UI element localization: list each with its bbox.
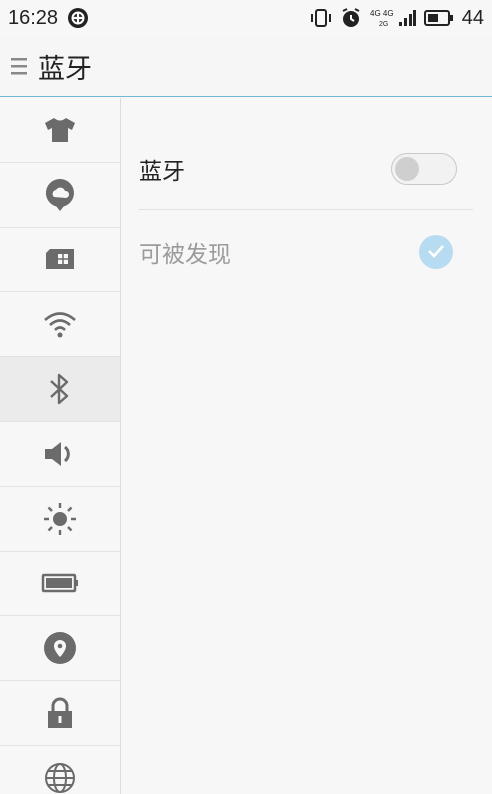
volume-icon xyxy=(43,439,77,469)
bluetooth-toggle[interactable] xyxy=(391,152,457,185)
sync-icon xyxy=(66,6,90,30)
settings-sidebar xyxy=(0,98,121,794)
signal-icon: 4G 4G 2G xyxy=(370,7,416,29)
discoverable-checkbox[interactable] xyxy=(419,235,453,269)
sidebar-item-sim[interactable] xyxy=(0,228,120,293)
battery-status-icon xyxy=(423,9,454,27)
bluetooth-settings-panel: 蓝牙 可被发现 xyxy=(121,98,492,794)
bluetooth-row[interactable]: 蓝牙 xyxy=(139,128,473,210)
brightness-icon xyxy=(42,501,78,537)
sidebar-item-battery[interactable] xyxy=(0,552,120,617)
wifi-icon xyxy=(43,310,77,338)
vibrate-icon xyxy=(310,7,332,29)
bluetooth-icon xyxy=(48,372,72,406)
sidebar-item-language[interactable] xyxy=(0,746,120,794)
checkmark-icon xyxy=(427,243,445,262)
sidebar-item-bluetooth[interactable] xyxy=(0,357,120,422)
location-icon xyxy=(43,631,77,665)
status-bar: 16:28 4G 4G 2G 44 xyxy=(0,0,492,36)
battery-icon xyxy=(41,572,79,594)
cloud-account-icon xyxy=(45,178,75,212)
page-title: 蓝牙 xyxy=(38,53,92,85)
discoverable-row[interactable]: 可被发现 xyxy=(139,210,473,294)
discoverable-label: 可被发现 xyxy=(139,242,231,268)
menu-icon[interactable] xyxy=(0,36,38,97)
alarm-icon xyxy=(340,7,362,29)
sidebar-item-display[interactable] xyxy=(0,487,120,552)
network-label-2: 2G xyxy=(379,21,388,28)
sidebar-item-sound[interactable] xyxy=(0,422,120,487)
globe-icon xyxy=(44,762,76,794)
status-time: 16:28 xyxy=(8,6,59,29)
sidebar-item-account[interactable] xyxy=(0,163,120,228)
lock-icon xyxy=(45,696,75,730)
sim-card-icon xyxy=(44,247,76,271)
sidebar-item-wifi[interactable] xyxy=(0,292,120,358)
theme-shirt-icon xyxy=(43,116,77,144)
toggle-knob xyxy=(395,156,419,181)
network-label-1: 4G 4G xyxy=(370,9,394,18)
sidebar-item-theme[interactable] xyxy=(0,98,120,163)
title-bar: 蓝牙 xyxy=(0,36,492,97)
battery-level: 44 xyxy=(461,6,484,29)
sidebar-item-security[interactable] xyxy=(0,681,120,746)
bluetooth-label: 蓝牙 xyxy=(139,158,185,185)
sidebar-item-location[interactable] xyxy=(0,616,120,682)
